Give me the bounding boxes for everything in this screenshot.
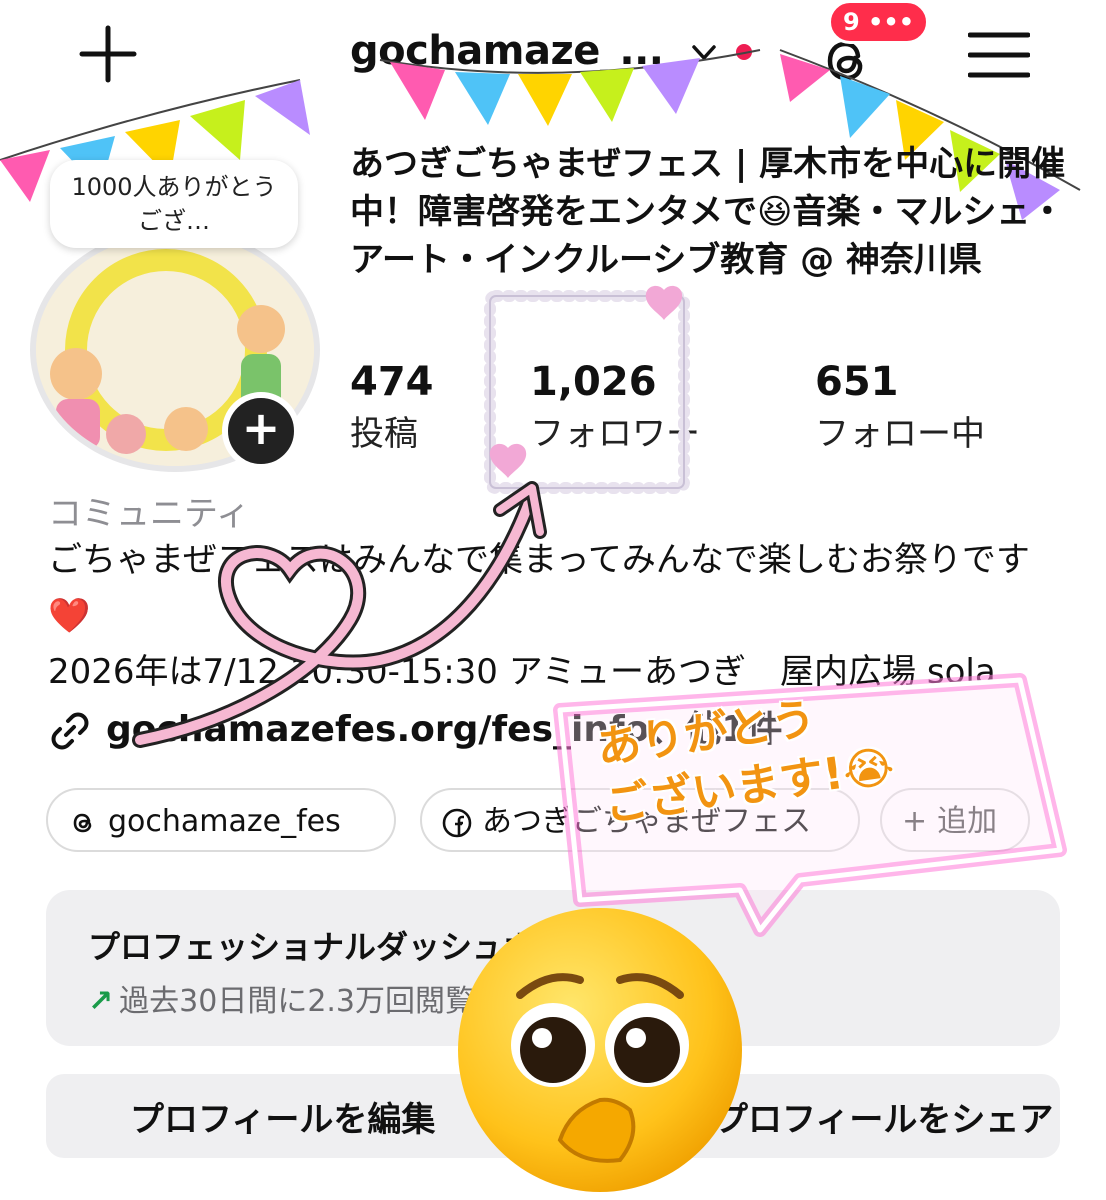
stat-posts-label: 投稿	[350, 414, 418, 454]
link-icon	[51, 712, 89, 750]
trend-up-icon: ↗	[88, 984, 114, 1019]
share-profile-button[interactable]: プロフィールをシェア	[714, 1092, 1053, 1141]
stat-following-count: 651	[815, 359, 899, 405]
facebook-icon	[442, 808, 472, 837]
heart-arrow-decoration	[132, 481, 547, 748]
add-story-button[interactable]: +	[222, 392, 300, 470]
threads-icon	[73, 813, 92, 832]
threads-profile-chip[interactable]: gochamaze_fes	[46, 788, 396, 852]
pleading-face-emoji-sticker	[458, 908, 742, 1192]
profile-note-bubble[interactable]: 1000人ありがとうござ…	[50, 160, 298, 248]
edit-profile-button[interactable]: プロフィールを編集	[130, 1092, 435, 1141]
stat-posts-count: 474	[350, 359, 434, 405]
profile-full-name: あつぎごちゃまぜフェス | 厚木市を中心に開催中！障害啓発をエンタメで😆音楽・マ…	[350, 144, 1066, 280]
threads-chip-label: gochamaze_fes	[108, 804, 341, 839]
pearl-frame-decoration	[484, 285, 690, 494]
stat-following[interactable]: 651 フォロー中	[815, 356, 985, 460]
stat-posts[interactable]: 474 投稿	[350, 356, 434, 460]
stat-following-label: フォロー中	[815, 414, 985, 454]
